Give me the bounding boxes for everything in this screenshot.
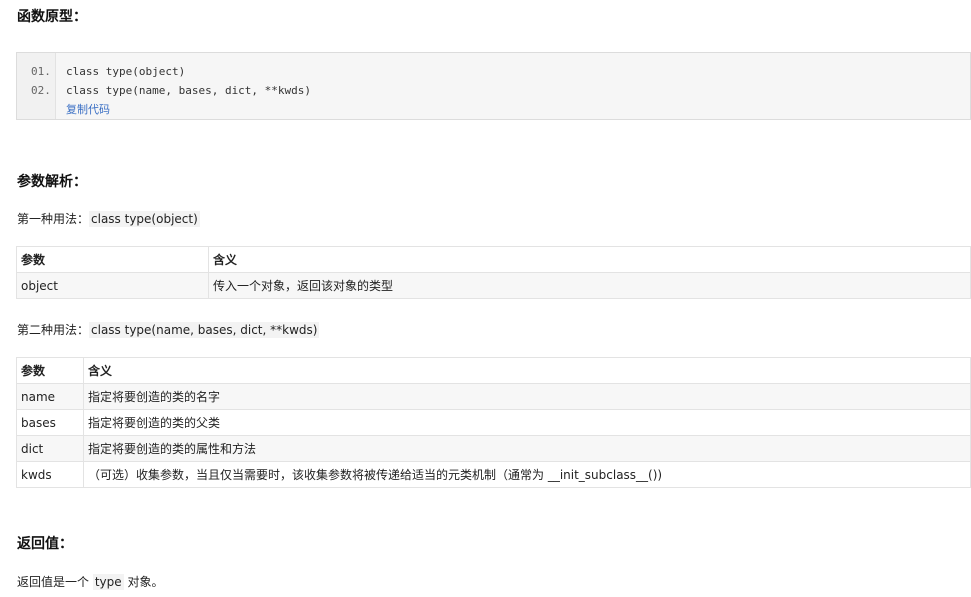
table-row: name 指定将要创造的类的名字 [16, 383, 971, 410]
returns-text: 返回值是一个 type 对象。 [17, 573, 163, 590]
header-param: 参数 [16, 357, 84, 384]
header-meaning: 含义 [208, 246, 971, 273]
table-header-row: 参数 含义 [16, 357, 971, 384]
params-table-2: 参数 含义 name 指定将要创造的类的名字 bases 指定将要创造的类的父类… [16, 357, 971, 488]
params-heading: 参数解析： [17, 174, 87, 190]
header-param: 参数 [16, 246, 209, 273]
code-block: 01. class type(object) 02. class type(na… [16, 52, 971, 120]
returns-code: type [92, 574, 124, 590]
param-name: object [16, 272, 209, 299]
param-name: bases [16, 409, 84, 436]
prototype-heading: 函数原型： [17, 9, 87, 25]
param-meaning: 指定将要创造的类的父类 [83, 409, 971, 436]
param-name: dict [16, 435, 84, 462]
usage-1-text: 第一种用法： class type(object) [17, 210, 200, 227]
table-row: bases 指定将要创造的类的父类 [16, 409, 971, 436]
table-row: object 传入一个对象，返回该对象的类型 [16, 272, 971, 299]
returns-heading: 返回值： [17, 536, 73, 552]
params-table-1: 参数 含义 object 传入一个对象，返回该对象的类型 [16, 246, 971, 299]
param-meaning: 指定将要创造的类的属性和方法 [83, 435, 971, 462]
usage-1-prefix: 第一种用法： [17, 212, 90, 226]
code-line: class type(name, bases, dict, **kwds) [66, 84, 312, 97]
returns-suffix: 对象。 [123, 575, 164, 589]
line-number: 02. [31, 84, 51, 97]
table-header-row: 参数 含义 [16, 246, 971, 273]
code-line: class type(object) [66, 65, 186, 78]
param-meaning: （可选）收集参数，当且仅当需要时，该收集参数将被传递给适当的元类机制（通常为 _… [83, 461, 971, 488]
table-row: dict 指定将要创造的类的属性和方法 [16, 435, 971, 462]
usage-2-code: class type(name, bases, dict, **kwds) [89, 322, 320, 338]
usage-1-code: class type(object) [89, 211, 200, 227]
usage-2-prefix: 第二种用法： [17, 323, 90, 337]
param-meaning: 指定将要创造的类的名字 [83, 383, 971, 410]
table-row: kwds （可选）收集参数，当且仅当需要时，该收集参数将被传递给适当的元类机制（… [16, 461, 971, 488]
line-number: 01. [31, 65, 51, 78]
header-meaning: 含义 [83, 357, 971, 384]
param-name: kwds [16, 461, 84, 488]
usage-2-text: 第二种用法： class type(name, bases, dict, **kw… [17, 321, 320, 338]
param-name: name [16, 383, 84, 410]
copy-code-link[interactable]: 复制代码 [66, 101, 110, 117]
param-meaning: 传入一个对象，返回该对象的类型 [208, 272, 971, 299]
returns-prefix: 返回值是一个 [17, 575, 93, 589]
